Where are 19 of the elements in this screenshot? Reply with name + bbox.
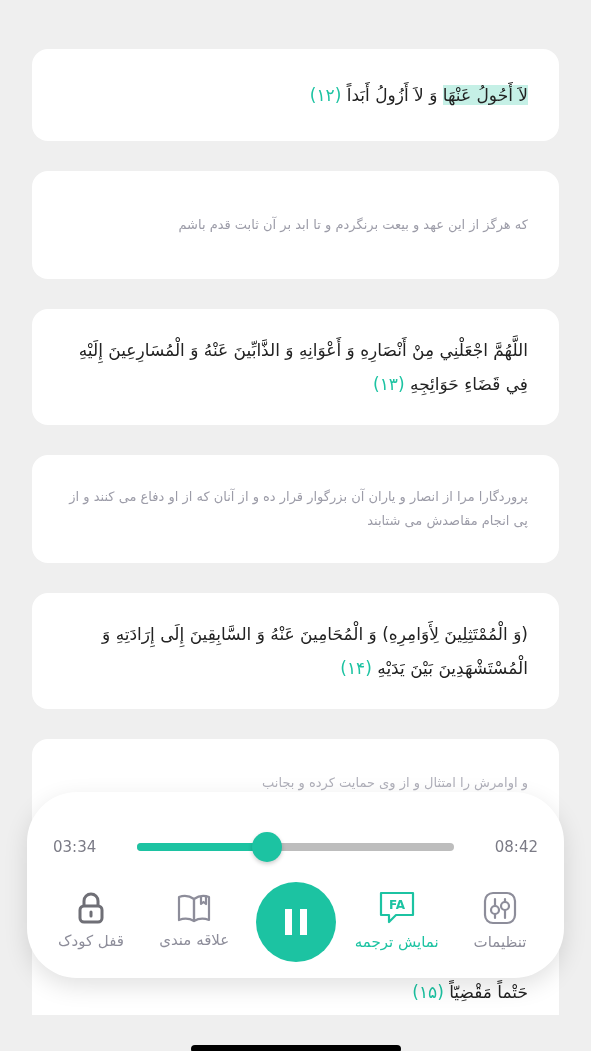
pause-icon	[284, 909, 307, 935]
progress-track[interactable]	[137, 843, 454, 851]
toolbar-button[interactable]: تنظیمات	[458, 890, 542, 954]
elapsed-time: 03:34	[53, 836, 98, 858]
total-time: 08:42	[493, 836, 538, 858]
arabic-verse: حَتْماً مَقْضِيّاً (۱۵)	[411, 979, 528, 1004]
arabic-verse: اللَّهُمَّ اجْعَلْنِي مِنْ أَنْصَارِهِ وَ أَعْوَانِهِ وَ الذَّابِّينَ عَنْهُ وَ الْمُسَارِعِينَ إِلَيْهِ فِي قَضَاءِ حَوَائِجِهِ (۱۳)	[63, 333, 528, 401]
settings-icon	[483, 890, 517, 925]
lock-icon	[77, 891, 105, 924]
translation-text: که هرگز از این عهد و بیعت برنگردم و تا ابد بر آن ثابت قدم باشم	[177, 215, 528, 235]
toolbar-button[interactable]: علاقه مندی	[152, 892, 237, 952]
translation-text: و اوامرش را امتثال و از وی حمایت کرده و بجانب	[261, 774, 528, 793]
translation-text: پروردگارا مرا از انصار و یاران آن بزرگوار قرار ده و از آنان که از او دفاع می کنند و از پی انجام مقاصدش می شتابند	[67, 487, 528, 531]
book-icon	[177, 892, 212, 923]
toolbar-button[interactable]: قفل کودک	[49, 891, 133, 953]
slider-thumb[interactable]	[251, 832, 282, 862]
arabic-verse: (وَ الْمُمْتَثِلِينَ لِأَوَامِرِهِ) وَ الْمُحَامِينَ عَنْهُ وَ السَّابِقِينَ إِلَى إِرَادَتِهِ وَ الْمُسْتَشْهَدِينَ بَيْنَ يَدَيْهِ (۱۴)	[63, 617, 528, 685]
speech-bubble-icon: FA	[378, 890, 415, 925]
arabic-verse: لاَ أَحُولُ عَنْهَا وَ لاَ أَزُولُ أَبَداً (۱۲)	[63, 78, 528, 112]
